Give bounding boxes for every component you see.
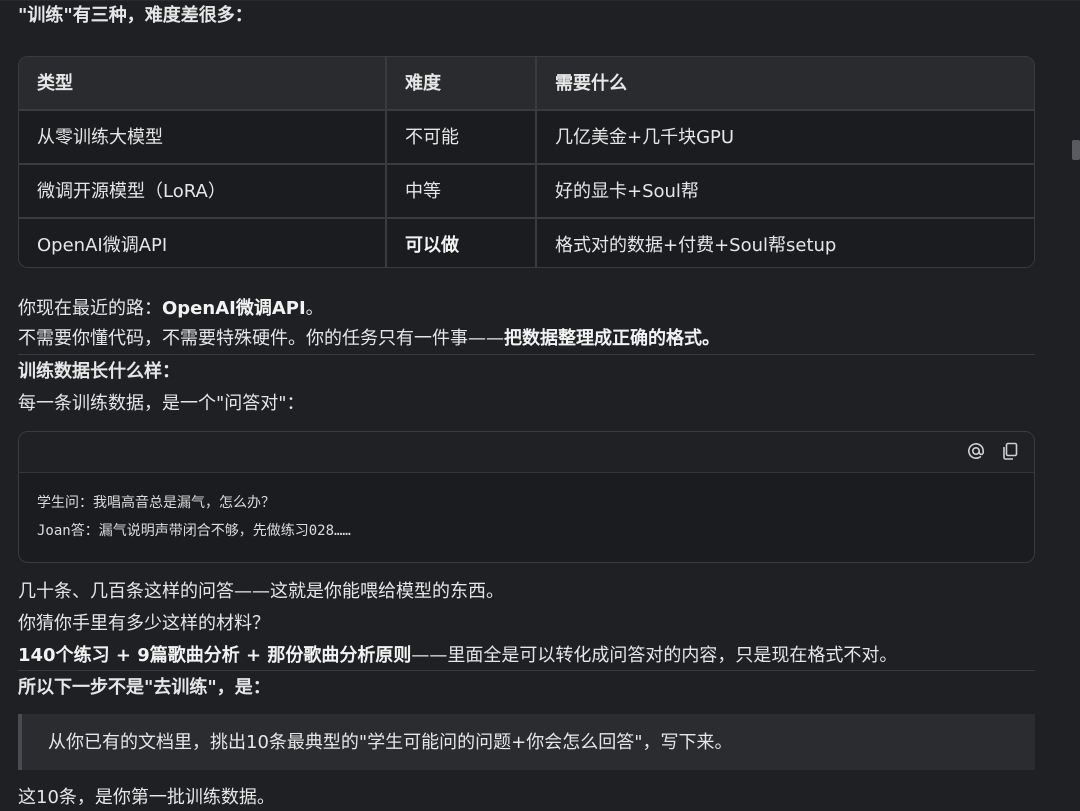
table-cell: 微调开源模型（LoRA） bbox=[19, 164, 387, 219]
section-heading-data-format: 训练数据长什么样： bbox=[18, 361, 180, 382]
table-header-requirements: 需要什么 bbox=[536, 57, 1034, 111]
code-block: 学生问：我唱高音总是漏气，怎么办？ Joan答：漏气说明声带闭合不够，先做练习02… bbox=[18, 431, 1035, 563]
divider bbox=[18, 354, 1035, 355]
table-row: 微调开源模型（LoRA） 中等 好的显卡+Soul帮 bbox=[19, 164, 1034, 219]
paragraph-materials-list: 140个练习 + 9篇歌曲分析 + 那份歌曲分析原则——里面全是可以转化成问答对… bbox=[18, 642, 897, 669]
code-block-toolbar bbox=[19, 432, 1034, 473]
scrollbar-thumb[interactable] bbox=[1072, 140, 1080, 160]
paragraph-nearest-path: 你现在最近的路：OpenAI微调API。 bbox=[18, 295, 324, 322]
text: 不需要你懂代码，不需要特殊硬件。你的任务只有一件事—— bbox=[18, 328, 504, 349]
table-header-type: 类型 bbox=[19, 57, 387, 111]
blockquote-text: 从你已有的文档里，挑出10条最典型的"学生可能问的问题+你会怎么回答"，写下来。 bbox=[48, 731, 733, 753]
code-content: 学生问：我唱高音总是漏气，怎么办？ Joan答：漏气说明声带闭合不够，先做练习02… bbox=[19, 473, 1034, 561]
copy-icon[interactable] bbox=[1000, 441, 1020, 461]
table-row: 从零训练大模型 不可能 几亿美金+几千块GPU bbox=[19, 110, 1034, 165]
top-divider bbox=[0, 0, 1080, 1]
paragraph-first-batch: 这10条，是你第一批训练数据。 bbox=[18, 787, 275, 808]
training-types-table: 类型 难度 需要什么 从零训练大模型 不可能 几亿美金+几千块GPU 微调开源模… bbox=[18, 56, 1035, 268]
table-header-row: 类型 难度 需要什么 bbox=[19, 57, 1034, 111]
bold-text: OpenAI微调API bbox=[162, 298, 306, 319]
code-line: 学生问：我唱高音总是漏气，怎么办？ bbox=[37, 495, 275, 511]
table-cell: 不可能 bbox=[386, 110, 537, 165]
bold-text: 140个练习 + 9篇歌曲分析 + 那份歌曲分析原则 bbox=[18, 645, 412, 666]
table-header-difficulty: 难度 bbox=[386, 57, 537, 111]
paragraph-feed-model: 几十条、几百条这样的问答——这就是你能喂给模型的东西。 bbox=[18, 581, 504, 602]
paragraph-task: 不需要你懂代码，不需要特殊硬件。你的任务只有一件事——把数据整理成正确的格式。 bbox=[18, 325, 720, 352]
paragraph-guess-materials: 你猜你手里有多少这样的材料？ bbox=[18, 613, 270, 634]
intro-heading: "训练"有三种，难度差很多： bbox=[18, 5, 253, 26]
table-cell: 格式对的数据+付费+Soul帮setup bbox=[536, 218, 1034, 267]
table-row: OpenAI微调API 可以做 格式对的数据+付费+Soul帮setup bbox=[19, 218, 1034, 267]
bold-text: 把数据整理成正确的格式。 bbox=[504, 328, 720, 349]
divider bbox=[18, 670, 1035, 671]
code-line: Joan答：漏气说明声带闭合不够，先做练习028…… bbox=[37, 523, 351, 539]
text: 。 bbox=[305, 298, 324, 319]
table-cell: 好的显卡+Soul帮 bbox=[536, 164, 1034, 219]
table-cell: 几亿美金+几千块GPU bbox=[536, 110, 1034, 165]
table-cell: 可以做 bbox=[386, 218, 537, 267]
section-heading-next-step: 所以下一步不是"去训练"，是： bbox=[18, 677, 271, 698]
table-cell: 中等 bbox=[386, 164, 537, 219]
text: 你现在最近的路： bbox=[18, 298, 162, 319]
at-icon[interactable] bbox=[966, 441, 986, 461]
table-cell: 从零训练大模型 bbox=[19, 110, 387, 165]
paragraph-qa-pair: 每一条训练数据，是一个"问答对"： bbox=[18, 393, 305, 414]
blockquote: 从你已有的文档里，挑出10条最典型的"学生可能问的问题+你会怎么回答"，写下来。 bbox=[18, 714, 1035, 770]
table-cell: OpenAI微调API bbox=[19, 218, 387, 267]
text: ——里面全是可以转化成问答对的内容，只是现在格式不对。 bbox=[411, 645, 898, 666]
